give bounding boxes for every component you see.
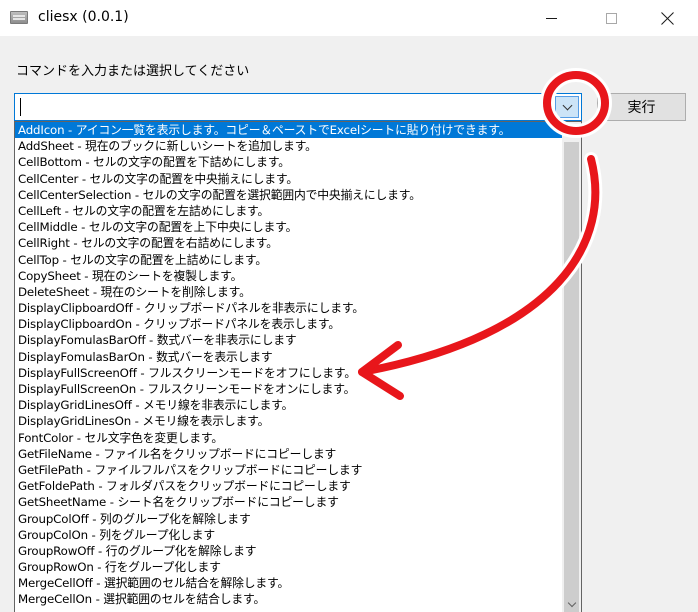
scrollbar-thumb[interactable]	[564, 142, 579, 612]
list-item[interactable]: CellTop - セルの文字の配置を上詰めにします。	[15, 252, 563, 268]
list-item[interactable]: MergeCellOff - 選択範囲のセル結合を解除します。	[15, 575, 563, 591]
list-item[interactable]: GetFilePath - ファイルフルパスをクリップボードにコピーします	[15, 462, 563, 478]
command-input[interactable]	[17, 96, 547, 118]
minimize-button[interactable]	[528, 0, 574, 36]
window-app-icon[interactable]	[10, 11, 28, 24]
window-title: cliesx (0.0.1)	[38, 9, 129, 25]
list-item[interactable]: DeleteSheet - 現在のシートを削除します。	[15, 284, 563, 300]
list-item[interactable]: GetFileName - ファイル名をクリップボードにコピーします	[15, 446, 563, 462]
list-item[interactable]: GroupRowOn - 行をグループ化します	[15, 559, 563, 575]
maximize-button[interactable]	[588, 0, 634, 36]
minimize-icon	[545, 17, 557, 19]
text-caret	[20, 98, 21, 116]
list-item[interactable]: MergeCellOn - 選択範囲のセルを結合します。	[15, 591, 563, 607]
list-item[interactable]: AddIcon - アイコン一覧を表示します。コピー＆ペーストでExcelシート…	[15, 122, 563, 139]
list-item[interactable]: CopySheet - 現在のシートを複製します。	[15, 268, 563, 284]
list-item[interactable]: GroupColOff - 列のグループ化を解除します	[15, 511, 563, 527]
command-combobox[interactable]	[14, 93, 582, 121]
command-list: AddIcon - アイコン一覧を表示します。コピー＆ペーストでExcelシート…	[15, 122, 563, 608]
list-item[interactable]: DisplayGridLinesOff - メモリ線を非表示にします。	[15, 397, 563, 413]
list-item[interactable]: CellLeft - セルの文字の配置を左詰めにします。	[15, 203, 563, 219]
list-item[interactable]: DisplayFullScreenOff - フルスクリーンモードをオフにします…	[15, 365, 563, 381]
list-item[interactable]: DisplayGridLinesOn - メモリ線を表示します。	[15, 413, 563, 429]
title-bar[interactable]: cliesx (0.0.1)	[0, 0, 698, 36]
list-item[interactable]: CellCenterSelection - セルの文字の配置を選択範囲内で中央揃…	[15, 187, 563, 203]
list-item[interactable]: DisplayFomulasBarOn - 数式バーを表示します	[15, 349, 563, 365]
scroll-down-arrow-icon	[567, 598, 576, 607]
list-item[interactable]: DisplayClipboardOff - クリップボードパネルを非表示にします…	[15, 300, 563, 316]
close-button[interactable]	[644, 0, 690, 36]
command-dropdown-list[interactable]: AddIcon - アイコン一覧を表示します。コピー＆ペーストでExcelシート…	[14, 121, 582, 612]
list-item[interactable]: CellBottom - セルの文字の配置を下詰めにします。	[15, 154, 563, 170]
list-item[interactable]: DisplayFomulasBarOff - 数式バーを非表示にします	[15, 332, 563, 348]
list-item[interactable]: DisplayClipboardOn - クリップボードパネルを表示します。	[15, 316, 563, 332]
vertical-scrollbar[interactable]	[562, 122, 581, 612]
list-item[interactable]: GetSheetName - シート名をクリップボードにコピーします	[15, 494, 563, 510]
list-item[interactable]: CellCenter - セルの文字の配置を中央揃えにします。	[15, 171, 563, 187]
list-item[interactable]: AddSheet - 現在のブックに新しいシートを追加します。	[15, 138, 563, 154]
dropdown-button[interactable]	[555, 96, 579, 118]
chevron-down-icon	[562, 100, 572, 110]
prompt-label: コマンドを入力または選択してください	[16, 64, 250, 79]
close-icon	[660, 11, 675, 26]
list-item[interactable]: GroupColOn - 列をグループ化します	[15, 527, 563, 543]
execute-button[interactable]: 実行	[597, 93, 686, 121]
app-window: cliesx (0.0.1) コマンドを入力または選択してください 実行 Add…	[0, 0, 698, 612]
list-item[interactable]: GetFoldePath - フォルダパスをクリップボードにコピーします	[15, 478, 563, 494]
maximize-icon	[605, 12, 617, 24]
list-item[interactable]: GroupRowOff - 行のグループ化を解除します	[15, 543, 563, 559]
list-item[interactable]: DisplayFullScreenOn - フルスクリーンモードをオンにします。	[15, 381, 563, 397]
scroll-down-button[interactable]	[562, 596, 581, 612]
list-item[interactable]: FontColor - セル文字色を変更します。	[15, 430, 563, 446]
list-item[interactable]: CellMiddle - セルの文字の配置を上下中央にします。	[15, 219, 563, 235]
list-item[interactable]: CellRight - セルの文字の配置を右詰めにします。	[15, 235, 563, 251]
